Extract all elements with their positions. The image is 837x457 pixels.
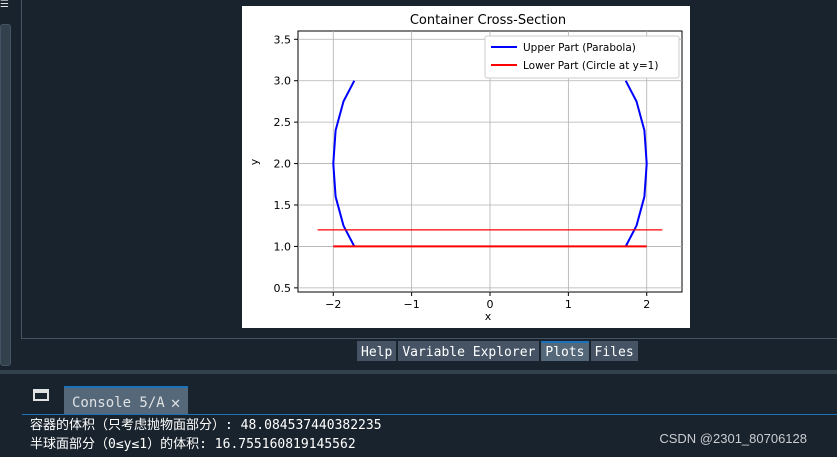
tab-files[interactable]: Files <box>590 341 638 361</box>
window-icon[interactable] <box>33 389 49 401</box>
legend-label-parabola: Upper Part (Parabola) <box>523 42 636 54</box>
legend-label-circle: Lower Part (Circle at y=1) <box>523 60 658 72</box>
ide-window: ☰ −2 −1 0 1 2 0.5 1.0 1.5 2.0 2.5 3.0 3.5 Container… <box>0 0 837 457</box>
pane-tabbar: Help Variable Explorer Plots Files <box>357 341 638 361</box>
chart-title: Container Cross-Section <box>410 13 566 28</box>
chart-svg: −2 −1 0 1 20.51.01.52.02.53.03.5 Container C… <box>248 13 683 323</box>
x-tick-label: −2 <box>325 298 341 311</box>
y-tick-label: 1.0 <box>274 240 292 253</box>
plot-figure: −2 −1 0 1 2 0.5 1.0 1.5 2.0 2.5 3.0 3.5 Container C… <box>242 6 690 328</box>
tab-plots[interactable]: Plots <box>541 341 589 361</box>
y-tick-label: 3.5 <box>274 33 292 46</box>
x-tick-label: 1 <box>565 298 572 311</box>
tab-help[interactable]: Help <box>357 341 397 361</box>
y-tick-label: 2.5 <box>274 116 292 129</box>
tab-variable-explorer[interactable]: Variable Explorer <box>398 341 540 361</box>
y-tick-label: 2.0 <box>274 158 292 171</box>
watermark: CSDN @2301_80706128 <box>659 431 807 446</box>
menu-icon[interactable]: ☰ <box>0 0 14 10</box>
y-tick-label: 0.5 <box>274 282 292 295</box>
y-axis-label: y <box>248 158 261 165</box>
left-panel-strip: ☰ <box>0 0 20 370</box>
x-tick-label: 2 <box>643 298 650 311</box>
y-tick-label: 3.0 <box>274 75 292 88</box>
plots-pane: −2 −1 0 1 2 0.5 1.0 1.5 2.0 2.5 3.0 3.5 Container C… <box>21 0 837 339</box>
y-tick-label: 1.5 <box>274 199 292 212</box>
console-header: Console 5/A ✕ <box>0 370 837 418</box>
x-tick-label: −1 <box>404 298 420 311</box>
legend: Upper Part (Parabola) Lower Part (Circle… <box>484 35 680 79</box>
left-scrollbar[interactable] <box>0 24 11 366</box>
x-axis-label: x <box>485 310 492 323</box>
